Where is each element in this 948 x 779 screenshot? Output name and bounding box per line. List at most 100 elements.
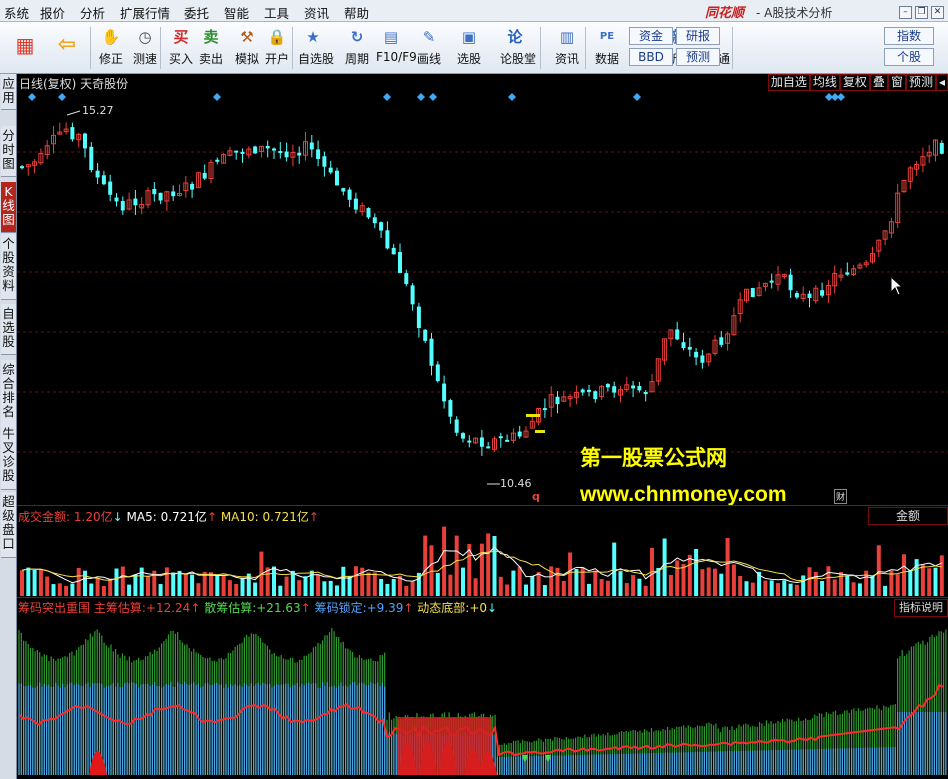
toolbar-small-button[interactable]: 预测 xyxy=(676,48,720,66)
toolbar-button-news[interactable]: ▥ 资讯 xyxy=(552,26,582,67)
close-icon[interactable]: ✕ xyxy=(931,6,944,19)
volume-bar xyxy=(845,575,850,596)
toolbar-button-pencil[interactable]: ✎ 画线 xyxy=(414,26,444,67)
volume-bar xyxy=(177,570,182,596)
chart-tool-button[interactable]: 加自选 xyxy=(767,74,810,91)
toolbar-button-cycle[interactable]: ↻ 周期 xyxy=(342,26,372,67)
toolbar-button-lock[interactable]: 🔒 开户 xyxy=(262,26,292,67)
restore-icon[interactable]: ❐ xyxy=(915,6,928,19)
toolbar-button-gavel[interactable]: ⚒ 模拟 xyxy=(232,26,262,67)
volume-bar xyxy=(486,533,491,596)
chart-tool-button[interactable]: 窗 xyxy=(887,74,906,91)
volume-value: 1.20亿 xyxy=(73,510,113,524)
dynamic-bottom-value: +0 xyxy=(469,601,488,615)
sell-icon: 卖 xyxy=(203,28,219,46)
volume-bar xyxy=(624,583,629,596)
chart-tool-button[interactable]: 预测 xyxy=(905,74,936,91)
toolbar-small-button[interactable]: BBD xyxy=(629,48,673,66)
volume-bar xyxy=(164,567,169,596)
toolbar-button-label: 画线 xyxy=(416,52,441,66)
ma5-value: 0.721亿 xyxy=(160,510,207,524)
volume-bar xyxy=(253,582,258,596)
toolbar-button-windows-logo[interactable]: ▦ xyxy=(10,26,40,58)
candle-body xyxy=(681,342,686,349)
signal-diamond-icon xyxy=(58,93,66,101)
volume-bar xyxy=(883,585,888,596)
left-tab[interactable]: K线图 xyxy=(1,182,16,233)
toolbar-button-forum[interactable]: 论论股堂 xyxy=(500,26,536,67)
indicator-name[interactable]: 筹码突出重围 xyxy=(18,601,90,615)
menu-news[interactable]: 资讯 xyxy=(304,3,329,22)
candle-body xyxy=(366,208,371,218)
toolbar-button-hand[interactable]: ✋ 修正 xyxy=(96,26,126,67)
menu-quote[interactable]: 报价 xyxy=(40,3,65,22)
volume-bar xyxy=(435,572,440,596)
candle-body xyxy=(687,346,692,350)
mouse-cursor-icon xyxy=(890,276,904,296)
volume-bar xyxy=(927,568,932,596)
left-tab[interactable]: 牛叉诊股 xyxy=(1,424,16,490)
volume-chart[interactable] xyxy=(17,524,948,596)
toolbar-button-buy[interactable]: 买买入 xyxy=(166,26,196,67)
candle-body xyxy=(398,252,402,273)
toolbar-button-f10[interactable]: ▤ F10/F9 xyxy=(376,26,417,64)
chart-tool-button[interactable]: 叠 xyxy=(869,74,888,91)
toolbar-button-back-arrow[interactable]: ⇦ xyxy=(52,26,82,58)
candle-body xyxy=(190,183,195,190)
left-tab[interactable]: 个股资料 xyxy=(1,234,16,300)
volume-bar xyxy=(933,567,938,596)
toolbar-button-sell[interactable]: 卖卖出 xyxy=(196,26,226,67)
chart-tool-button[interactable]: 均线 xyxy=(809,74,840,91)
volume-legend: 成交金额: 1.20亿↓ MA5: 0.721亿↑ MA10: 0.721亿↑ xyxy=(18,508,319,525)
menu-smart[interactable]: 智能 xyxy=(224,3,249,22)
collapse-panel-icon[interactable]: ◂ xyxy=(935,74,948,91)
menu-help[interactable]: 帮助 xyxy=(344,3,369,22)
menu-tools[interactable]: 工具 xyxy=(264,3,289,22)
toolbar-button-clock[interactable]: ◷ 测速 xyxy=(130,26,160,67)
volume-bar xyxy=(902,554,906,596)
amount-button[interactable]: 金额 xyxy=(868,507,948,525)
candle-body xyxy=(272,148,276,151)
volume-bar xyxy=(681,564,686,596)
candle-body xyxy=(120,201,125,211)
indicator-chart[interactable] xyxy=(17,617,948,777)
left-tab[interactable]: 应用 xyxy=(1,74,16,110)
menu-extended-market[interactable]: 扩展行情 xyxy=(120,3,170,22)
chart-tool-button[interactable]: 复权 xyxy=(839,74,870,91)
volume-bar xyxy=(479,543,484,596)
left-tab[interactable]: 自选股 xyxy=(1,304,16,355)
candle-body xyxy=(379,222,384,231)
clock-icon: ◷ xyxy=(138,28,152,46)
volume-bar xyxy=(322,581,327,596)
left-tab[interactable]: 分时图 xyxy=(1,126,16,177)
indicator-help-button[interactable]: 指标说明 xyxy=(894,599,948,617)
candle-body xyxy=(347,189,352,200)
toolbar-small-button[interactable]: 资金 xyxy=(629,27,673,45)
kline-chart[interactable] xyxy=(17,92,948,504)
minimize-icon[interactable]: – xyxy=(899,6,912,19)
volume-bar xyxy=(694,548,699,596)
left-tab[interactable]: 超级盘口 xyxy=(1,492,16,558)
menu-system[interactable]: 系统 xyxy=(4,3,29,22)
toolbar-button-pe[interactable]: PE 数据 xyxy=(592,26,622,67)
left-tab[interactable]: 综合排名 xyxy=(1,360,16,426)
volume-bar xyxy=(561,580,566,596)
volume-bar xyxy=(593,570,598,596)
toolbar-button-screen[interactable]: ▣ 选股 xyxy=(454,26,484,67)
candle-body xyxy=(278,151,283,154)
toolbar-button-star-folder[interactable]: ★ 自选股 xyxy=(298,26,334,67)
volume-bar xyxy=(45,576,50,596)
toolbar-small-button[interactable]: 指数 xyxy=(884,27,934,45)
volume-bar xyxy=(517,566,522,596)
menu-trade[interactable]: 委托 xyxy=(184,3,209,22)
toolbar-button-label: 数据 xyxy=(594,52,619,66)
volume-bar xyxy=(876,545,881,596)
volume-bar xyxy=(492,536,497,596)
menu-analysis[interactable]: 分析 xyxy=(80,3,105,22)
volume-bar xyxy=(605,580,610,596)
volume-bar xyxy=(410,581,415,596)
finance-marker-icon[interactable]: 财 xyxy=(834,489,848,504)
app-title: - A股技术分析 xyxy=(756,6,833,20)
toolbar-small-button[interactable]: 个股 xyxy=(884,48,934,66)
toolbar-small-button[interactable]: 研报 xyxy=(676,27,720,45)
